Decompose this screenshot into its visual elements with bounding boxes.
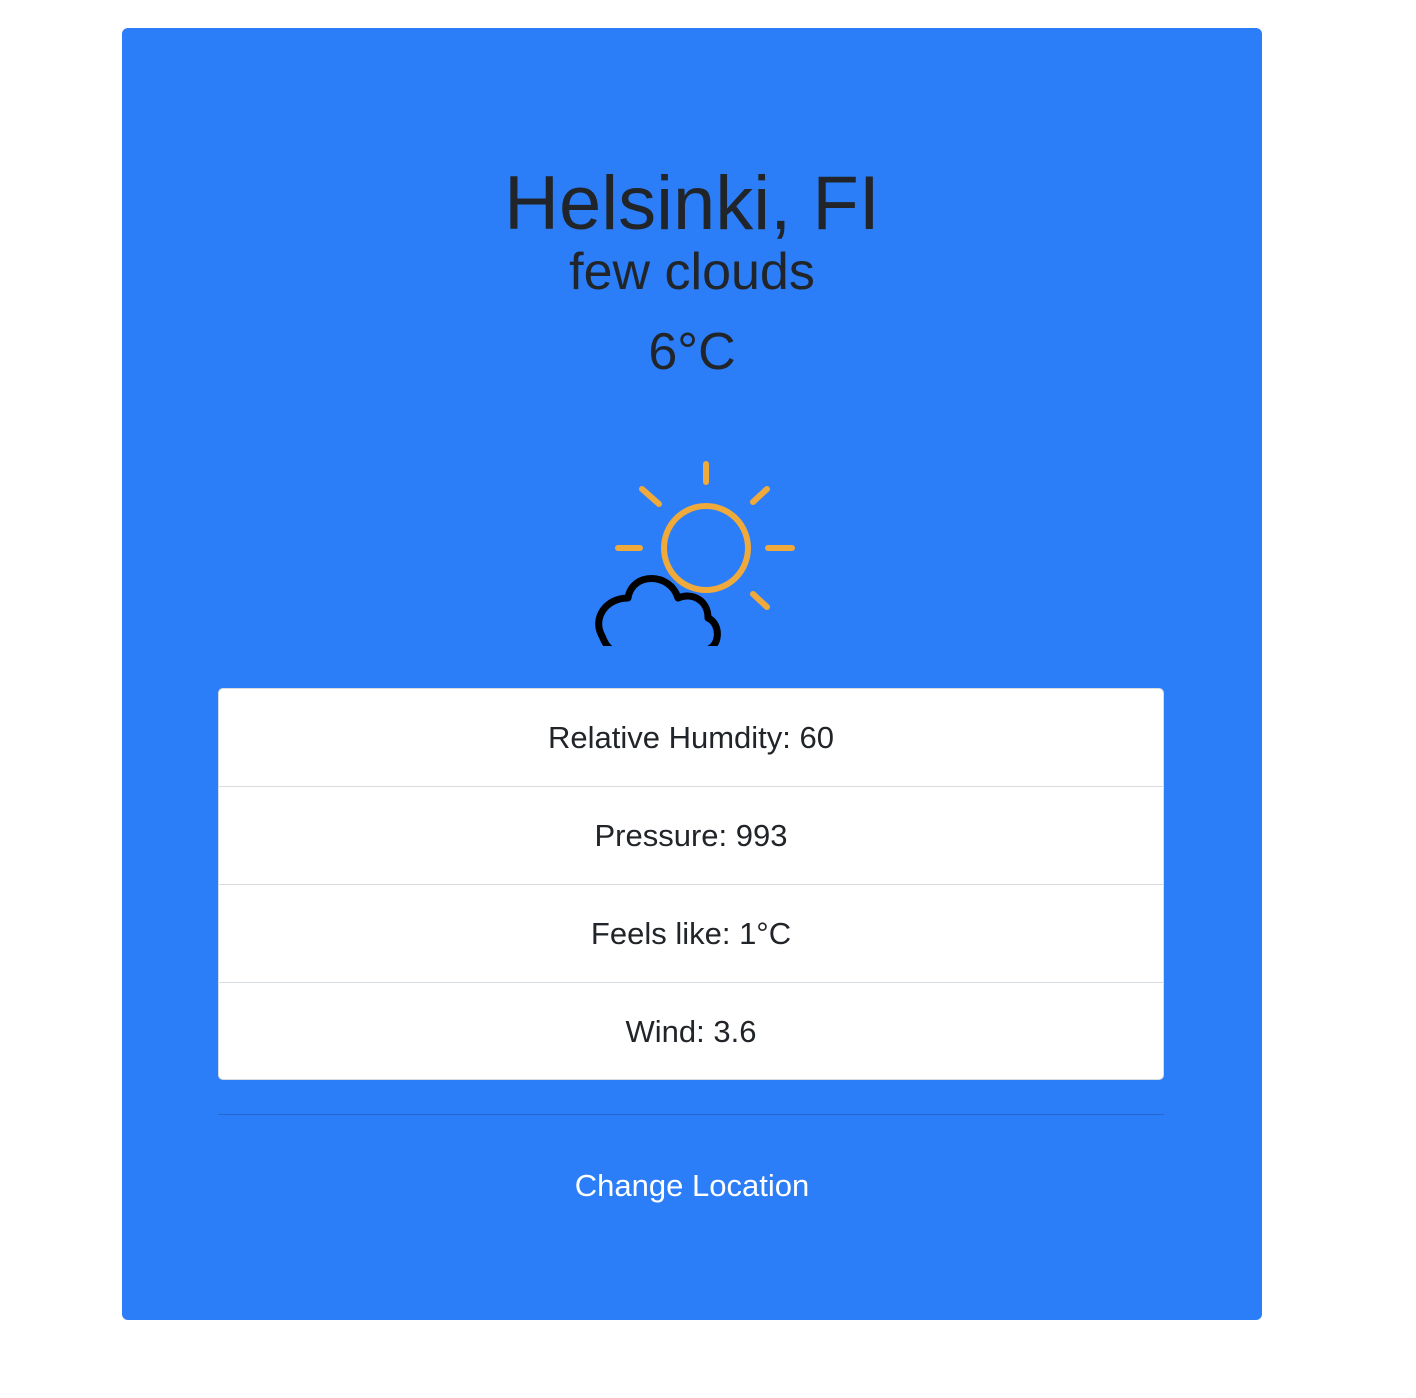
weather-details-list: Relative Humdity: 60 Pressure: 993 Feels… (218, 688, 1164, 1080)
divider (218, 1114, 1164, 1115)
weather-description: few clouds (569, 243, 815, 301)
weather-card: Helsinki, FI few clouds 6°C Relative Hum… (122, 28, 1262, 1320)
location-title: Helsinki, FI (504, 161, 880, 246)
wind-item: Wind: 3.6 (625, 1014, 757, 1049)
change-location-link[interactable]: Change Location (122, 1166, 1262, 1206)
feels-like-item: Feels like: 1°C (219, 885, 1163, 983)
humidity-item: Relative Humdity: 60 (219, 689, 1163, 787)
pressure-item: Pressure: 993 (219, 787, 1163, 885)
partly-cloudy-icon (595, 461, 795, 646)
temperature: 6°C (648, 323, 736, 381)
